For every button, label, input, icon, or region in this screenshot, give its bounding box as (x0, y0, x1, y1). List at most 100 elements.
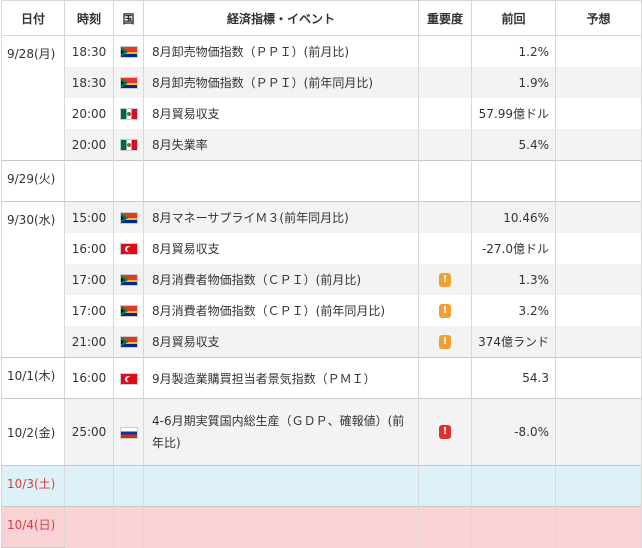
turkey-flag-icon (119, 372, 138, 385)
previous-cell: -27.0億ドル (471, 233, 556, 264)
country-cell (113, 398, 144, 466)
forecast-cell (555, 465, 642, 507)
previous-cell: 1.9% (471, 67, 556, 98)
time-cell: 15:00 (64, 201, 114, 233)
table-row: 17:00 8月消費者物価指数（ＣＰＩ）(前月比) ! 1.3% (2, 264, 642, 295)
event-cell (143, 465, 419, 507)
importance-cell (418, 35, 472, 67)
time-cell: 18:30 (64, 35, 114, 67)
time-cell (64, 506, 114, 548)
country-cell (113, 98, 144, 129)
importance-warning-icon: ! (439, 334, 451, 349)
header-forecast: 予想 (555, 0, 642, 36)
date-cell: 9/28(月) (1, 35, 65, 161)
event-cell: 8月卸売物価指数（ＰＰＩ）(前月比) (143, 35, 419, 67)
table-row: 20:00 8月貿易収支 57.99億ドル (2, 98, 642, 129)
importance-cell (418, 465, 472, 507)
country-cell (113, 129, 144, 161)
previous-cell: 54.3 (471, 357, 556, 399)
date-cell: 9/30(水) (1, 201, 65, 358)
event-cell: 8月貿易収支 (143, 233, 419, 264)
event-cell: 8月失業率 (143, 129, 419, 161)
importance-cell: ! (418, 398, 472, 466)
forecast-cell (555, 264, 642, 295)
previous-cell (471, 160, 556, 202)
time-cell (64, 465, 114, 507)
time-cell: 20:00 (64, 98, 114, 129)
date-cell: 9/29(火) (1, 160, 65, 202)
importance-cell (418, 160, 472, 202)
forecast-cell (555, 357, 642, 399)
previous-cell: -8.0% (471, 398, 556, 466)
importance-warning-icon: ! (439, 272, 451, 287)
time-cell: 21:00 (64, 326, 114, 358)
time-cell (64, 160, 114, 202)
forecast-cell (555, 35, 642, 67)
table-row: 21:00 8月貿易収支 ! 374億ランド (2, 326, 642, 358)
forecast-cell (555, 506, 642, 548)
economic-calendar-table: 日付 時刻 国 経済指標・イベント 重要度 前回 予想 9/28(月) 18:3… (1, 0, 642, 548)
forecast-cell (555, 67, 642, 98)
table-row-sunday: 10/4(日) (1, 506, 642, 548)
south-africa-flag-icon (119, 336, 138, 348)
importance-cell (418, 506, 472, 548)
table-row: 10/2(金) 25:00 4-6月期実質国内総生産（ＧＤＰ、確報値）(前年比)… (1, 398, 642, 466)
time-cell: 18:30 (64, 67, 114, 98)
table-row: 17:00 8月消費者物価指数（ＣＰＩ）(前年同月比) ! 3.2% (2, 295, 642, 326)
event-cell: 4-6月期実質国内総生産（ＧＤＰ、確報値）(前年比) (143, 398, 419, 466)
importance-cell: ! (418, 264, 472, 295)
date-cell: 10/3(土) (1, 465, 65, 507)
importance-cell (418, 67, 472, 98)
event-cell: 8月マネーサプライＭ３(前年同月比) (143, 201, 419, 233)
date-cell: 10/4(日) (1, 506, 65, 548)
date-cell: 10/1(木) (1, 357, 65, 399)
time-cell: 16:00 (64, 233, 114, 264)
table-row: 16:00 8月貿易収支 -27.0億ドル (2, 233, 642, 264)
previous-cell: 1.2% (471, 35, 556, 67)
header-country: 国 (113, 0, 144, 36)
country-cell (113, 264, 144, 295)
importance-cell (418, 129, 472, 161)
event-cell: 8月貿易収支 (143, 98, 419, 129)
country-cell (113, 233, 144, 264)
event-cell (143, 160, 419, 202)
forecast-cell (555, 201, 642, 233)
mexico-flag-icon (119, 108, 138, 120)
previous-cell (471, 465, 556, 507)
turkey-flag-icon (119, 243, 138, 255)
event-cell: 8月卸売物価指数（ＰＰＩ）(前年同月比) (143, 67, 419, 98)
south-africa-flag-icon (119, 305, 138, 317)
table-row: 10/1(木) 16:00 9月製造業購買担当者景気指数（ＰＭＩ） 54.3 (1, 357, 642, 399)
event-cell (143, 506, 419, 548)
forecast-cell (555, 295, 642, 326)
previous-cell: 10.46% (471, 201, 556, 233)
table-row-saturday: 10/3(土) (1, 465, 642, 507)
country-cell (113, 67, 144, 98)
header-time: 時刻 (64, 0, 114, 36)
country-cell (113, 160, 144, 202)
forecast-cell (555, 326, 642, 358)
date-cell: 10/2(金) (1, 398, 65, 466)
previous-cell: 374億ランド (471, 326, 556, 358)
time-cell: 16:00 (64, 357, 114, 399)
previous-cell: 3.2% (471, 295, 556, 326)
country-cell (113, 506, 144, 548)
russia-flag-icon (119, 426, 138, 439)
south-africa-flag-icon (119, 46, 138, 58)
table-row: 20:00 8月失業率 5.4% (2, 129, 642, 161)
forecast-cell (555, 398, 642, 466)
country-cell (113, 465, 144, 507)
previous-cell: 1.3% (471, 264, 556, 295)
mexico-flag-icon (119, 139, 138, 151)
time-cell: 20:00 (64, 129, 114, 161)
event-cell: 8月消費者物価指数（ＣＰＩ）(前年同月比) (143, 295, 419, 326)
forecast-cell (555, 160, 642, 202)
importance-cell (418, 357, 472, 399)
country-cell (113, 295, 144, 326)
previous-cell: 5.4% (471, 129, 556, 161)
south-africa-flag-icon (119, 274, 138, 286)
country-cell (113, 326, 144, 358)
header-date: 日付 (1, 0, 65, 36)
table-row: 9/28(月) 18:30 8月卸売物価指数（ＰＰＩ）(前月比) 1.2% (1, 35, 642, 161)
table-row: 9/30(水) 15:00 8月マネーサプライＭ３(前年同月比) 10.46% (1, 201, 642, 358)
